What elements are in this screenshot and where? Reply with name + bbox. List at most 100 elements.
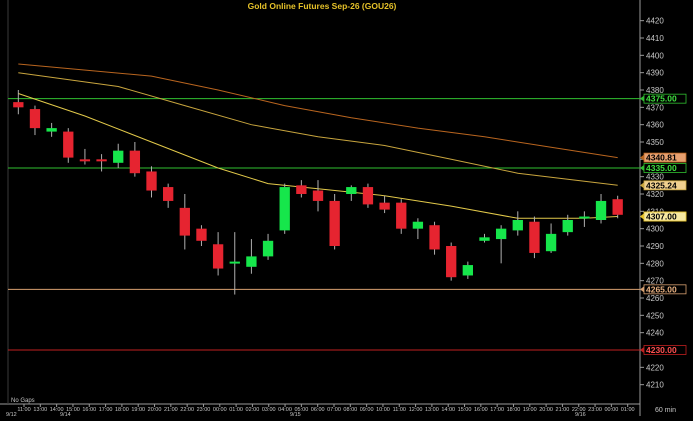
candle-down xyxy=(446,246,457,278)
x-tick-label: 20:00 xyxy=(539,407,553,413)
level-price-label-text: 4335.00 xyxy=(646,163,677,173)
y-tick-label: 4400 xyxy=(646,51,664,60)
no-gaps-note: No Gaps xyxy=(11,398,35,404)
x-tick-label: 18:00 xyxy=(507,407,521,413)
x-tick-label: 18:00 xyxy=(115,407,129,413)
candle-up xyxy=(229,261,240,264)
candle-up xyxy=(462,265,473,276)
candle-down xyxy=(163,187,174,201)
candle-up xyxy=(595,200,607,220)
candlestick-chart: Gold Online Futures Sep-26 (GOU26) 4210 4… xyxy=(0,0,693,418)
x-tick-label: 15:00 xyxy=(458,407,472,413)
candle-down xyxy=(212,244,224,269)
y-tick-label: 4240 xyxy=(646,329,664,338)
y-tick-label: 4370 xyxy=(646,103,664,112)
x-tick-label: 07:00 xyxy=(327,407,341,413)
x-tick-label: 12:00 xyxy=(409,407,423,413)
x-tick-label: 19:00 xyxy=(131,407,145,413)
x-date-label: 9/12 xyxy=(6,412,17,416)
candle-down xyxy=(196,228,207,241)
candle-up xyxy=(346,187,357,194)
candle-down xyxy=(96,159,107,162)
level-price-label-text: 4375.00 xyxy=(646,94,677,104)
y-tick-label: 4320 xyxy=(646,190,664,199)
y-tick-label: 4210 xyxy=(646,381,664,390)
last-price-label-text: 4307.00 xyxy=(646,212,677,222)
y-tick-label: 4350 xyxy=(646,138,664,147)
candle-down xyxy=(296,185,307,194)
y-tick-label: 4250 xyxy=(646,311,664,320)
x-tick-label: 01:00 xyxy=(621,407,635,413)
candle-down xyxy=(63,131,74,158)
x-date-label: 9/14 xyxy=(60,412,71,416)
candle-up xyxy=(479,237,490,241)
x-tick-label: 00:00 xyxy=(604,407,618,413)
ma-price-label-text: 4340.81 xyxy=(646,153,677,163)
x-tick-label: 00:00 xyxy=(213,407,227,413)
x-tick-label: 11:00 xyxy=(393,407,406,413)
level-price-label-text: 4265.00 xyxy=(646,284,677,294)
candle-up xyxy=(512,220,523,231)
chart-title: Gold Online Futures Sep-26 (GOU26) xyxy=(248,1,397,11)
x-tick-label: 14:00 xyxy=(441,407,455,413)
candle-down xyxy=(362,187,374,205)
y-tick-label: 4290 xyxy=(646,242,664,251)
candle-up xyxy=(562,220,573,233)
x-tick-label: 10:00 xyxy=(376,407,390,413)
x-tick-label: 13:00 xyxy=(425,407,439,413)
candle-down xyxy=(13,102,24,108)
x-tick-label: 02:00 xyxy=(246,407,260,413)
candle-down xyxy=(396,202,407,229)
candle-down xyxy=(329,200,340,246)
candle-down xyxy=(529,221,540,253)
x-tick-label: 09:00 xyxy=(360,407,374,413)
x-tick-label: 06:00 xyxy=(311,407,325,413)
x-tick-label: 08:00 xyxy=(343,407,357,413)
y-tick-label: 4360 xyxy=(646,121,664,130)
x-tick-label: 17:00 xyxy=(490,407,504,413)
y-tick-label: 4410 xyxy=(646,34,664,43)
x-tick-label: 21:00 xyxy=(556,407,570,413)
x-tick-label: 01:00 xyxy=(229,407,243,413)
candle-up xyxy=(579,216,590,219)
candle-down xyxy=(612,199,623,215)
x-tick-label: 22:00 xyxy=(180,407,194,413)
candle-down xyxy=(312,190,324,201)
candle-up xyxy=(46,128,57,132)
x-tick-label: 20:00 xyxy=(148,407,162,413)
x-tick-label: 23:00 xyxy=(197,407,211,413)
candle-up xyxy=(279,187,290,231)
ma-price-label-text: 4325.24 xyxy=(646,180,677,190)
x-tick-label: 16:00 xyxy=(474,407,488,413)
candle-up xyxy=(495,228,507,240)
candle-down xyxy=(129,150,141,174)
level-price-label-text: 4230.00 xyxy=(646,345,677,355)
x-tick-label: 16:00 xyxy=(82,407,96,413)
x-tick-label: 17:00 xyxy=(99,407,113,413)
candle-up xyxy=(113,150,124,163)
x-tick-label: 13:00 xyxy=(33,407,47,413)
y-tick-label: 4220 xyxy=(646,363,664,372)
chart-background xyxy=(0,0,693,416)
candle-down xyxy=(379,202,390,210)
x-date-label: 9/15 xyxy=(290,412,301,416)
candle-down xyxy=(146,171,157,191)
x-tick-label: 19:00 xyxy=(523,407,537,413)
chart-root: Gold Online Futures Sep-26 (GOU26) 4210 4… xyxy=(0,0,693,418)
x-tick-label: 11:00 xyxy=(17,407,30,413)
y-tick-label: 4420 xyxy=(646,17,664,26)
y-tick-label: 4390 xyxy=(646,69,664,78)
y-tick-label: 4260 xyxy=(646,294,664,303)
candle-down xyxy=(179,207,190,236)
timeframe-label: 60 min xyxy=(655,407,676,414)
candle-up xyxy=(545,233,557,252)
x-tick-label: 21:00 xyxy=(164,407,178,413)
candle-down xyxy=(429,225,440,250)
y-tick-label: 4300 xyxy=(646,225,664,234)
x-tick-label: 03:00 xyxy=(262,407,276,413)
y-tick-label: 4280 xyxy=(646,259,664,268)
candle-down xyxy=(29,109,41,129)
x-tick-label: 23:00 xyxy=(588,407,602,413)
candle-up xyxy=(246,256,257,267)
candle-up xyxy=(262,240,274,257)
